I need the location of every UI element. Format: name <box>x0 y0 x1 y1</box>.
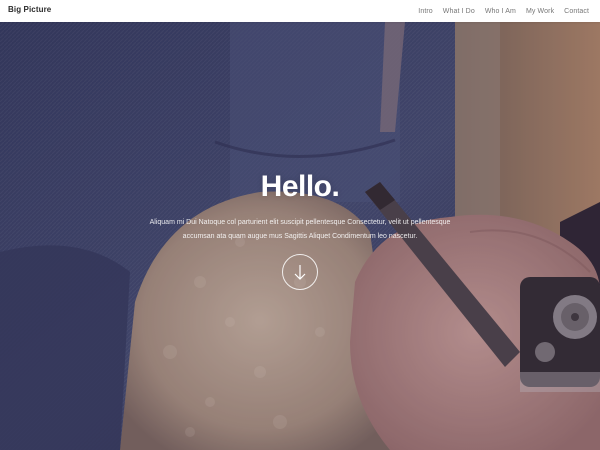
hero-title: Hello. <box>260 170 340 203</box>
site-logo[interactable]: Big Picture <box>8 5 51 14</box>
site-header: Big Picture Intro What I Do Who I Am My … <box>0 0 600 22</box>
hero-section: Hello. Aliquam mi Dui Natoque col partur… <box>0 22 600 450</box>
scroll-down-button[interactable] <box>282 254 318 290</box>
main-nav: Intro What I Do Who I Am My Work Contact <box>413 0 594 22</box>
nav-item-who-i-am[interactable]: Who I Am <box>480 8 521 15</box>
hero-description-line: Aliquam mi Dui Natoque col parturient el… <box>149 219 451 226</box>
hero-description: Aliquam mi Dui Natoque col parturient el… <box>140 216 460 244</box>
hero-description-line: accumsan ata quam augue mus Sagittis Ali… <box>182 233 418 240</box>
arrow-down-icon <box>294 265 306 280</box>
nav-item-contact[interactable]: Contact <box>559 8 594 15</box>
nav-item-what-i-do[interactable]: What I Do <box>438 8 480 15</box>
nav-item-intro[interactable]: Intro <box>413 8 438 15</box>
nav-item-my-work[interactable]: My Work <box>521 8 559 15</box>
